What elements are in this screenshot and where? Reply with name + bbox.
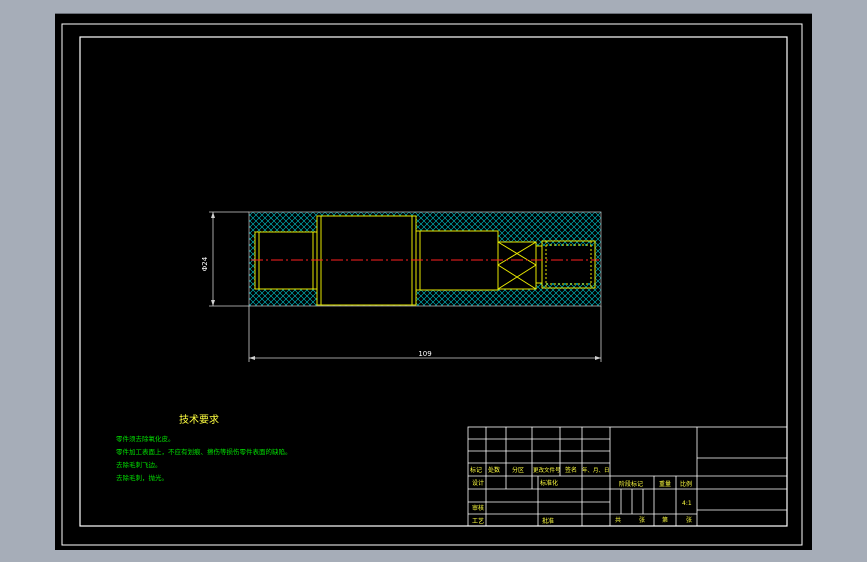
note-line-4: 去除毛刺，抛光。 (116, 473, 168, 482)
technical-notes: 技术要求 零件须去除氧化皮。 零件加工表面上，不应有划痕、擦伤等损伤零件表面的缺… (116, 413, 292, 482)
dimension-diameter: Φ24 (201, 211, 249, 307)
note-line-1: 零件须去除氧化皮。 (116, 434, 175, 443)
diameter-label: Φ24 (201, 256, 209, 271)
tb-review: 审核 (472, 504, 484, 512)
tb-col-mark: 标记 (470, 466, 482, 474)
tb-weight: 重量 (659, 480, 671, 488)
drawing-sheet: Φ24 109 技术要求 零件须去除氧化皮。 零件加工表面上，不应有划痕、擦伤等… (55, 13, 812, 550)
tb-approve: 批准 (542, 517, 554, 525)
notes-title: 技术要求 (179, 413, 219, 426)
tb-col-count: 处数 (488, 466, 500, 474)
title-block: 标记 处数 分区 更改文件号 签名 年、月、日 设计 标准化 审核 工艺 批准 … (467, 426, 788, 527)
part-view: Φ24 109 (201, 211, 602, 362)
tb-col-zone: 分区 (512, 466, 524, 474)
tb-total-sheets-unit: 张 (639, 516, 645, 524)
tb-stage: 阶段标记 (619, 480, 643, 488)
tb-col-sign: 签名 (565, 466, 577, 474)
tb-sheet-no: 第 (662, 516, 668, 524)
tb-scale-value: 4:1 (682, 500, 692, 507)
cad-canvas: Φ24 109 技术要求 零件须去除氧化皮。 零件加工表面上，不应有划痕、擦伤等… (61, 23, 803, 546)
tb-scale: 比例 (680, 480, 692, 488)
tb-design: 设计 (472, 479, 484, 487)
tb-col-change-doc: 更改文件号 (533, 466, 561, 474)
tb-sheet-no-unit: 张 (686, 516, 692, 524)
tb-total-sheets: 共 (615, 516, 621, 524)
dimension-length: 109 (248, 306, 602, 362)
note-line-2: 零件加工表面上，不应有划痕、擦伤等损伤零件表面的缺陷。 (116, 447, 292, 456)
tb-col-date: 年、月、日 (582, 466, 610, 474)
note-line-3: 去除毛刺飞边。 (116, 460, 162, 469)
tb-process: 工艺 (472, 517, 484, 525)
length-label: 109 (418, 350, 431, 358)
tb-standard: 标准化 (540, 479, 558, 487)
